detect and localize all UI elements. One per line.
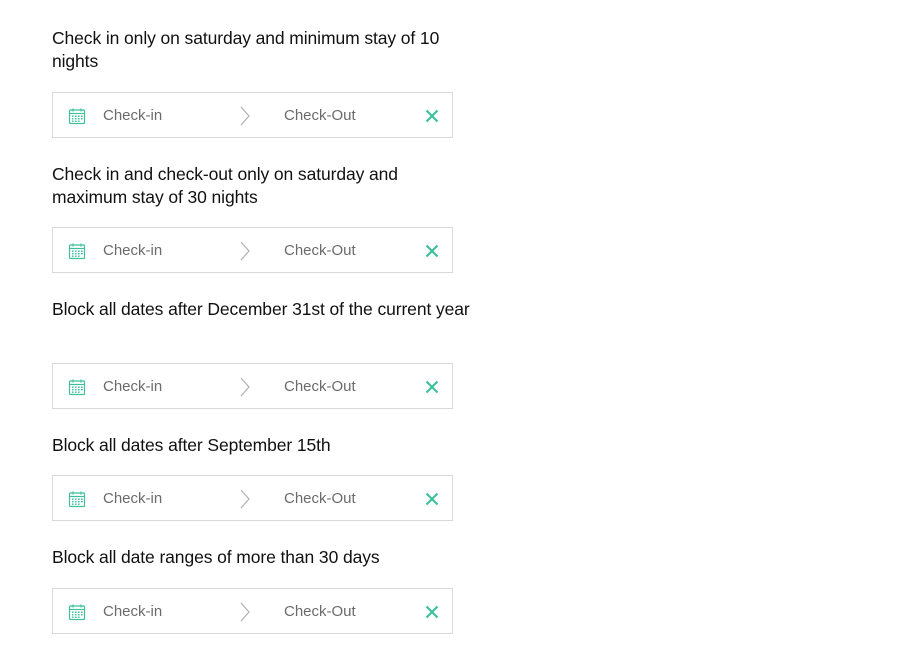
section-title: Block all dates after December 31st of t…	[52, 299, 470, 319]
calendar-icon	[68, 243, 86, 260]
close-icon	[425, 244, 439, 258]
checkout-input[interactable]: Check-Out	[284, 589, 356, 635]
section-title: Block all date ranges of more than 30 da…	[52, 547, 380, 567]
calendar-icon	[68, 379, 86, 396]
calendar-icon	[68, 604, 86, 621]
date-range-picker[interactable]: Check-in Check-Out	[52, 588, 453, 634]
calendar-icon	[68, 491, 86, 508]
chevron-right-icon	[240, 602, 250, 622]
close-icon	[425, 605, 439, 619]
date-range-section: Check in and check-out only on saturday …	[52, 163, 472, 273]
section-title: Check in only on saturday and minimum st…	[52, 28, 440, 71]
close-icon	[425, 380, 439, 394]
checkout-input[interactable]: Check-Out	[284, 476, 356, 522]
date-range-picker[interactable]: Check-in Check-Out	[52, 92, 453, 138]
checkin-input[interactable]: Check-in	[103, 476, 162, 522]
date-range-picker[interactable]: Check-in Check-Out	[52, 475, 453, 521]
clear-button[interactable]	[420, 600, 444, 624]
chevron-right-icon	[240, 377, 250, 397]
date-range-section: Block all date ranges of more than 30 da…	[52, 546, 472, 634]
section-title: Block all dates after September 15th	[52, 435, 331, 455]
date-range-section: Block all dates after September 15th Che…	[52, 434, 472, 521]
checkin-input[interactable]: Check-in	[103, 93, 162, 139]
checkout-input[interactable]: Check-Out	[284, 364, 356, 410]
date-range-section: Block all dates after December 31st of t…	[52, 298, 472, 409]
date-range-picker[interactable]: Check-in Check-Out	[52, 363, 453, 409]
calendar-icon	[68, 108, 86, 125]
date-range-picker[interactable]: Check-in Check-Out	[52, 227, 453, 273]
chevron-right-icon	[240, 241, 250, 261]
checkout-input[interactable]: Check-Out	[284, 228, 356, 274]
chevron-right-icon	[240, 106, 250, 126]
section-title: Check in and check-out only on saturday …	[52, 164, 398, 207]
checkin-input[interactable]: Check-in	[103, 228, 162, 274]
clear-button[interactable]	[420, 487, 444, 511]
close-icon	[425, 109, 439, 123]
checkout-input[interactable]: Check-Out	[284, 93, 356, 139]
clear-button[interactable]	[420, 375, 444, 399]
checkin-input[interactable]: Check-in	[103, 364, 162, 410]
close-icon	[425, 492, 439, 506]
chevron-right-icon	[240, 489, 250, 509]
date-range-section: Check in only on saturday and minimum st…	[52, 27, 472, 138]
clear-button[interactable]	[420, 239, 444, 263]
checkin-input[interactable]: Check-in	[103, 589, 162, 635]
clear-button[interactable]	[420, 104, 444, 128]
